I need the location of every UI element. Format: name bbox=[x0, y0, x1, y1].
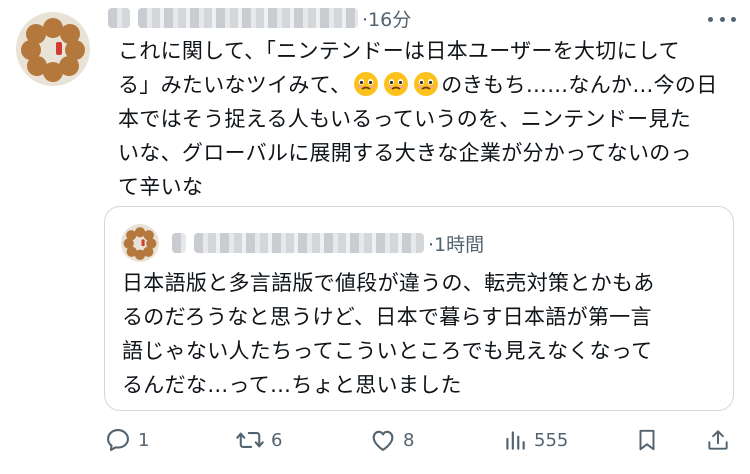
like-count: 8 bbox=[403, 429, 415, 451]
tweet-text: これに関して、「ニンテンドーは日本ユーザーを大切にして る」みたいなツイみて、 の… bbox=[118, 34, 738, 204]
quoted-text-line: 日本語版と多言語版で値段が違うの、転売対策とかもあ bbox=[122, 271, 655, 295]
retweet-count: 6 bbox=[271, 429, 283, 451]
author-handle-redacted bbox=[138, 8, 358, 28]
tweet-action-bar: 1 6 8 555 bbox=[0, 420, 750, 460]
analytics-icon bbox=[506, 431, 525, 450]
quoted-tweet-timestamp: ·1時間 bbox=[428, 233, 485, 256]
quoted-text-line: 語じゃない人たちってこういところでも見えなくなって bbox=[122, 339, 653, 363]
bookmark-button[interactable] bbox=[634, 420, 660, 460]
tweet-timestamp[interactable]: ·16分 bbox=[362, 5, 411, 32]
reply-icon bbox=[107, 429, 129, 451]
tweet-text-line: いな、グローバルに展開する大きな企業が分かってないのっ bbox=[118, 141, 692, 165]
quoted-text-line: るんだな…って…ちょと思いました bbox=[122, 373, 462, 397]
views-button[interactable]: 555 bbox=[502, 420, 568, 460]
reply-count: 1 bbox=[138, 429, 150, 451]
bookmark-icon bbox=[639, 429, 655, 451]
heart-icon bbox=[372, 430, 394, 451]
tweet-text-line: る」みたいなツイみて、 のきもち……なんか…今の日 bbox=[118, 68, 738, 102]
face-holding-back-tears-icon bbox=[414, 72, 439, 96]
quoted-author-handle-redacted bbox=[194, 233, 424, 253]
view-count: 555 bbox=[534, 429, 569, 451]
like-button[interactable]: 8 bbox=[369, 420, 414, 460]
retweet-icon bbox=[236, 432, 264, 448]
reply-button[interactable]: 1 bbox=[104, 420, 149, 460]
face-holding-back-tears-icon bbox=[354, 72, 379, 96]
tweet-text-segment: る」みたいなツイみて、 bbox=[118, 73, 352, 97]
quoted-author-avatar bbox=[121, 224, 159, 262]
tweet-header: ·16分 bbox=[108, 4, 411, 32]
more-options-icon[interactable] bbox=[708, 8, 736, 30]
tweet-text-line: て辛いな bbox=[118, 175, 204, 199]
share-button[interactable] bbox=[705, 420, 731, 460]
retweet-button[interactable]: 6 bbox=[235, 420, 282, 460]
share-icon bbox=[708, 430, 728, 450]
tweet-text-segment: のきもち……なんか…今の日 bbox=[441, 73, 718, 97]
quoted-text-line: るのだろうなと思うけど、日本で暮らす日本語が第一言 bbox=[122, 305, 652, 329]
quoted-author-name-redacted bbox=[172, 233, 186, 253]
author-avatar[interactable] bbox=[16, 12, 90, 86]
quoted-tweet-text: 日本語版と多言語版で値段が違うの、転売対策とかもあ るのだろうなと思うけど、日本… bbox=[122, 266, 722, 402]
tweet-text-line: 本ではそう捉える人もいるっていうのを、ニンテンドー見た bbox=[118, 107, 691, 131]
face-holding-back-tears-icon bbox=[384, 72, 409, 96]
quoted-tweet-header: ·1時間 bbox=[172, 230, 484, 256]
author-name-redacted bbox=[108, 8, 130, 28]
tweet-text-line: これに関して、「ニンテンドーは日本ユーザーを大切にして bbox=[118, 39, 680, 63]
